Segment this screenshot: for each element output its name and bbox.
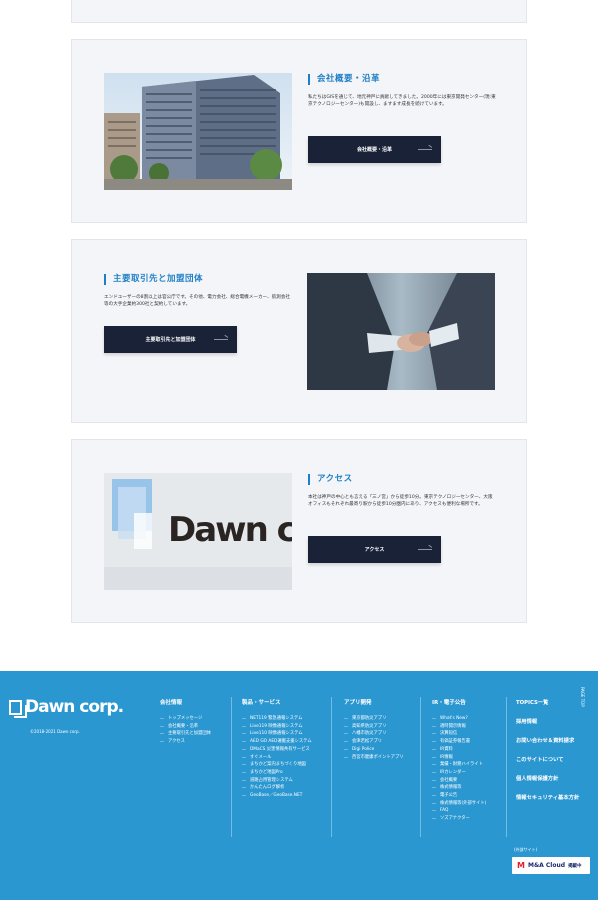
footer-link[interactable]: 東京都防災アプリ — [344, 715, 404, 723]
partners-button[interactable]: 主要取引先と加盟団体 — [104, 326, 237, 353]
footer-logo[interactable]: Dawn corp. — [9, 697, 124, 718]
button-label: アクセス — [364, 547, 385, 553]
footer-main-link[interactable]: TOPICS一覧 — [516, 698, 579, 706]
logo-icon — [9, 699, 27, 718]
footer-link[interactable]: 株式情報等(外部サイト) — [432, 800, 486, 808]
arrow-right-icon — [418, 149, 432, 150]
access-button[interactable]: アクセス — [308, 536, 441, 563]
button-label: 会社概要・沿革 — [356, 147, 392, 153]
section-heading: 会社概要・沿革 — [308, 74, 496, 85]
sign-text: Dawn corp. — [168, 510, 292, 550]
arrow-right-icon — [214, 339, 228, 340]
footer-main-link[interactable]: このサイトについて — [516, 755, 579, 763]
footer-link[interactable]: DMaCS 災害情報共有サービス — [242, 746, 312, 754]
footer-link[interactable]: アクセス — [160, 738, 211, 746]
footer-link[interactable]: 会社概要 — [432, 777, 486, 785]
footer-link[interactable]: Digi Police — [344, 746, 404, 754]
ma-cloud-tag: 掲載中 — [568, 863, 582, 869]
footer-main-link[interactable]: 情報セキュリティ基本方針 — [516, 793, 579, 801]
footer-link[interactable]: GeoBase／GeoBase.NET — [242, 792, 312, 800]
footer-main-link[interactable]: 採用情報 — [516, 717, 579, 725]
footer-link[interactable]: まちかど地図Pro — [242, 769, 312, 777]
footer-link[interactable]: AED GO AED運搬支援システム — [242, 738, 312, 746]
footer-link[interactable]: 主要取引先と加盟団体 — [160, 730, 211, 738]
footer-link[interactable]: IRカレンダー — [432, 769, 486, 777]
external-site-label: (外部サイト) — [514, 847, 538, 852]
section-card-partial — [71, 0, 527, 23]
handshake-photo — [307, 273, 495, 390]
footer-link[interactable]: IR資料 — [432, 746, 486, 754]
section-heading: アクセス — [308, 474, 496, 485]
footer-link[interactable]: 有価証券報告書 — [432, 738, 486, 746]
footer-link[interactable]: Live110 映像通報システム — [242, 730, 312, 738]
section-card-partners: 主要取引先と加盟団体 エンドユーザーの8割以上は官公庁です。その他、電力会社、総… — [71, 239, 527, 423]
page-top-link[interactable]: PAGE TOP — [580, 687, 585, 707]
footer-divider — [231, 697, 232, 837]
footer-link[interactable]: 西宮市健康ポイントアプリ — [344, 754, 404, 762]
footer-link[interactable]: ソズアナクター — [432, 815, 486, 823]
footer-column-title[interactable]: 製品・サービス — [242, 698, 312, 706]
section-description: 私たちはGISを通じて、地元神戸に貢献してきました。2000年には東京開発センタ… — [308, 95, 496, 108]
footer: Dawn corp. ©2018-2021 Dawn corp. 会社情報 トッ… — [0, 671, 598, 900]
section-card-company: 会社概要・沿革 私たちはGISを通じて、地元神戸に貢献してきました。2000年に… — [71, 39, 527, 223]
footer-link[interactable]: すぐメール — [242, 754, 312, 762]
footer-link[interactable]: 会津若松アプリ — [344, 738, 404, 746]
section-heading: 主要取引先と加盟団体 — [104, 274, 292, 285]
ma-cloud-logo-icon: M — [517, 861, 525, 870]
footer-column-apps: アプリ開発 東京都防災アプリ 高知県防災アプリ 八幡市防災アプリ 会津若松アプリ… — [344, 698, 404, 761]
footer-link[interactable]: 八幡市防災アプリ — [344, 730, 404, 738]
arrow-right-icon — [418, 549, 432, 550]
footer-column-title[interactable]: IR・電子公告 — [432, 698, 486, 706]
footer-link[interactable]: Live119 映像通報システム — [242, 723, 312, 731]
footer-link[interactable]: まちかど案内まちづくり地図 — [242, 761, 312, 769]
footer-column-ir: IR・電子公告 What's New? 適時開示情報 決算短信 有価証券報告書 … — [432, 698, 486, 823]
footer-link[interactable]: 高知県防災アプリ — [344, 723, 404, 731]
footer-link[interactable]: 業績・財務ハイライト — [432, 761, 486, 769]
building-photo — [104, 73, 292, 190]
company-overview-button[interactable]: 会社概要・沿革 — [308, 136, 441, 163]
footer-link[interactable]: 電子公告 — [432, 792, 486, 800]
footer-divider — [506, 697, 507, 837]
footer-link[interactable]: 適時開示情報 — [432, 723, 486, 731]
section-description: 本社は神戸の中心とも言える「三ノ宮」から徒歩10分。東京テクノロジーセンター、大… — [308, 495, 493, 508]
office-sign-photo: Dawn corp. — [104, 473, 292, 590]
footer-link[interactable]: かんたんログ解析 — [242, 784, 312, 792]
footer-link[interactable]: IR情報 — [432, 754, 486, 762]
footer-divider — [420, 697, 421, 837]
footer-column-title[interactable]: アプリ開発 — [344, 698, 404, 706]
copyright: ©2018-2021 Dawn corp. — [30, 729, 80, 734]
ma-cloud-name: M&A Cloud — [527, 862, 566, 869]
ma-cloud-banner[interactable]: M M&A Cloud 掲載中 — [512, 857, 590, 874]
footer-link[interactable]: 決算短信 — [432, 730, 486, 738]
footer-link[interactable]: 道路占用管理システム — [242, 777, 312, 785]
footer-link[interactable]: NET119 緊急通報システム — [242, 715, 312, 723]
footer-main-links: TOPICS一覧 採用情報 お問い合わせ＆資料請求 このサイトについて 個人情報… — [516, 698, 579, 812]
footer-main-link[interactable]: 個人情報保護方針 — [516, 774, 579, 782]
section-description: エンドユーザーの8割以上は官公庁です。その他、電力会社、総合電機メーカー、航測会… — [104, 295, 291, 308]
logo-text: Dawn corp. — [25, 697, 124, 717]
footer-link[interactable]: トップメッセージ — [160, 715, 211, 723]
footer-link[interactable]: 株式情報等 — [432, 784, 486, 792]
footer-link[interactable]: 会社概要・沿革 — [160, 723, 211, 731]
footer-divider — [331, 697, 332, 837]
footer-link[interactable]: FAQ — [432, 807, 486, 815]
button-label: 主要取引先と加盟団体 — [145, 337, 196, 343]
footer-column-company: 会社情報 トップメッセージ 会社概要・沿革 主要取引先と加盟団体 アクセス — [160, 698, 211, 746]
section-card-access: Dawn corp. アクセス 本社は神戸の中心とも言える「三ノ宮」から徒歩10… — [71, 439, 527, 623]
footer-column-title[interactable]: 会社情報 — [160, 698, 211, 706]
footer-main-link[interactable]: お問い合わせ＆資料請求 — [516, 736, 579, 744]
footer-link[interactable]: What's New? — [432, 715, 486, 723]
footer-column-products: 製品・サービス NET119 緊急通報システム Live119 映像通報システム… — [242, 698, 312, 800]
